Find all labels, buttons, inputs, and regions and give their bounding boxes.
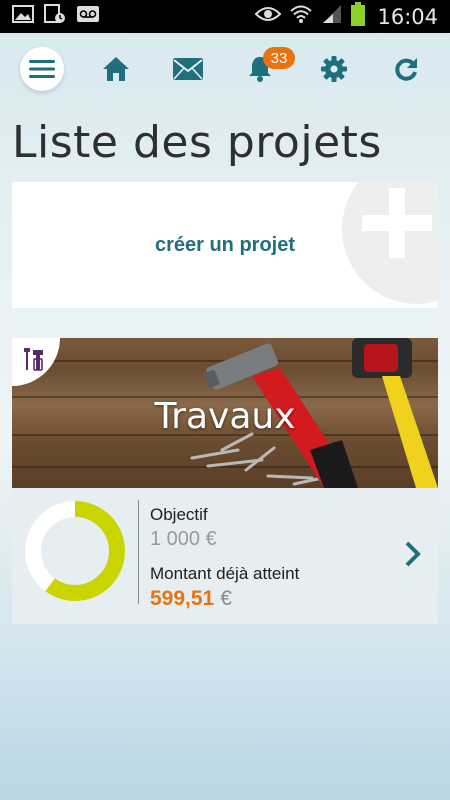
open-project-button[interactable]	[404, 540, 422, 573]
wifi-icon	[289, 4, 313, 29]
status-bar: 16:04	[0, 0, 450, 33]
menu-button[interactable]	[20, 47, 64, 91]
mail-icon	[173, 58, 203, 80]
gear-icon	[321, 56, 347, 82]
notification-badge: 33	[263, 47, 295, 69]
status-time: 16:04	[377, 4, 438, 29]
chevron-right-icon	[405, 541, 421, 567]
objective-label: Objectif	[150, 505, 208, 524]
image-icon	[12, 5, 34, 28]
objective-value: 1 000 €	[150, 528, 217, 550]
home-button[interactable]	[100, 47, 132, 91]
voicemail-icon	[76, 5, 100, 28]
eye-icon	[255, 6, 282, 27]
battery-icon	[351, 2, 366, 31]
project-card[interactable]: Travaux Objectif 1 000 € Montant déjà at…	[12, 338, 438, 624]
reached-amount: 599,51 €	[150, 587, 232, 611]
progress-donut	[25, 501, 125, 601]
create-project-card[interactable]: créer un projet	[12, 182, 438, 308]
mail-button[interactable]	[172, 47, 204, 91]
calendar-icon	[44, 4, 66, 29]
create-project-label: créer un projet	[154, 234, 296, 256]
page-title: Liste des projets	[12, 117, 382, 168]
toolbar: 33	[0, 47, 450, 93]
project-progress: Objectif 1 000 € Montant déjà atteint 59…	[12, 488, 438, 624]
project-name: Travaux	[154, 396, 296, 437]
refresh-icon	[395, 58, 417, 81]
home-icon	[103, 57, 129, 81]
menu-icon	[29, 60, 55, 78]
reached-label: Montant déjà atteint	[150, 564, 300, 583]
project-image: Travaux	[12, 338, 438, 488]
settings-button[interactable]	[318, 47, 350, 91]
reached-value: 599,51	[150, 587, 215, 610]
divider	[138, 500, 139, 604]
refresh-button[interactable]	[390, 47, 422, 91]
reached-currency: €	[220, 587, 232, 610]
signal-icon	[321, 4, 343, 29]
